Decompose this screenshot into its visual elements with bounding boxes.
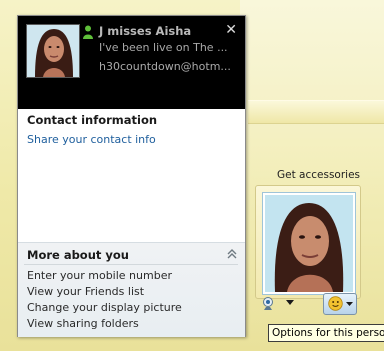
double-chevron-up-icon[interactable] — [225, 247, 239, 261]
more-item-display-picture[interactable]: Change your display picture — [27, 301, 182, 314]
contact-info-title: Contact information — [27, 113, 158, 127]
more-item-friends-list[interactable]: View your Friends list — [27, 285, 144, 298]
more-about-title: More about you — [27, 248, 129, 262]
contact-photo-image — [27, 25, 79, 77]
contact-photo — [26, 24, 80, 78]
options-tooltip: Options for this person — [268, 324, 384, 342]
contact-name: J misses Aisha — [99, 24, 192, 38]
more-item-mobile-number[interactable]: Enter your mobile number — [27, 269, 172, 282]
more-item-sharing-folders[interactable]: View sharing folders — [27, 317, 139, 330]
contact-card-header: J misses Aisha ✕ I've been live on The .… — [18, 16, 245, 109]
contact-email: h30countdown@hotm... — [99, 60, 231, 73]
display-picture[interactable] — [263, 193, 355, 294]
divider — [24, 264, 238, 265]
options-button[interactable] — [323, 293, 357, 315]
display-picture-frame — [255, 185, 361, 299]
personal-message: I've been live on The ... — [99, 41, 228, 54]
contact-card: J misses Aisha ✕ I've been live on The .… — [17, 15, 246, 337]
background-toolbar-band — [248, 100, 384, 124]
close-icon[interactable]: ✕ — [225, 22, 237, 38]
chevron-down-icon[interactable] — [286, 300, 294, 305]
person-online-icon — [83, 25, 93, 39]
webcam-icon[interactable] — [262, 297, 274, 311]
display-picture-image — [265, 195, 353, 292]
chevron-down-icon — [346, 302, 353, 306]
emoticon-icon — [328, 296, 343, 311]
get-accessories-link[interactable]: Get accessories — [277, 169, 360, 181]
share-contact-info-link[interactable]: Share your contact info — [27, 133, 156, 146]
more-about-panel: More about you Enter your mobile number … — [18, 242, 245, 337]
